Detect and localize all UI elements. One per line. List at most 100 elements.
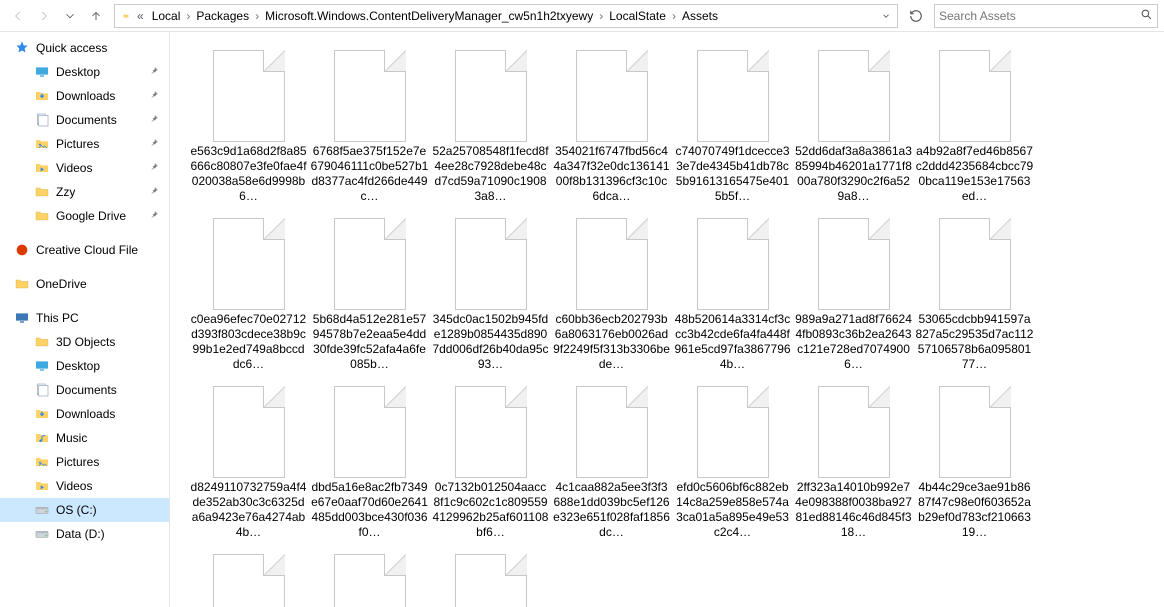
- forward-button[interactable]: [32, 4, 56, 28]
- nav-item[interactable]: Zzy: [0, 180, 169, 204]
- crumb[interactable]: Assets: [678, 9, 722, 23]
- file-icon: [334, 50, 406, 142]
- file-item[interactable]: c74070749f1dcecce33e7de4345b41db78c5b916…: [672, 50, 793, 204]
- file-icon: [939, 386, 1011, 478]
- file-icon: [334, 554, 406, 607]
- nav-item[interactable]: 3D Objects: [0, 330, 169, 354]
- crumb[interactable]: Packages: [192, 9, 253, 23]
- address-dropdown-button[interactable]: [877, 11, 895, 21]
- search-icon[interactable]: [1140, 8, 1153, 24]
- up-button[interactable]: [84, 4, 108, 28]
- creative-cloud[interactable]: Creative Cloud File: [0, 238, 169, 262]
- file-icon: [576, 218, 648, 310]
- navigation-pane[interactable]: Quick access DesktopDownloadsDocumentsPi…: [0, 32, 170, 607]
- nav-item[interactable]: Music: [0, 426, 169, 450]
- nav-label: OneDrive: [36, 277, 87, 291]
- file-item[interactable]: 989a9a271ad8f766244fb0893c36b2ea2643c121…: [793, 218, 914, 372]
- nav-label: Quick access: [36, 41, 107, 55]
- file-name: 52a25708548f1fecd8f4ee28c7928debe48cd7cd…: [432, 144, 550, 204]
- file-item[interactable]: 345dc0ac1502b945fde1289b0854435d8907dd00…: [430, 218, 551, 372]
- search-box[interactable]: [934, 4, 1158, 28]
- star-icon: [14, 40, 30, 56]
- search-input[interactable]: [939, 9, 1140, 23]
- file-name: 52dd6daf3a8a3861a385994b46201a1771f800a7…: [795, 144, 913, 204]
- chevron-right-icon[interactable]: ›: [670, 9, 678, 23]
- nav-item[interactable]: OS (C:): [0, 498, 169, 522]
- nav-item[interactable]: Videos: [0, 474, 169, 498]
- crumb[interactable]: Local: [148, 9, 185, 23]
- nav-item[interactable]: Pictures: [0, 450, 169, 474]
- file-item[interactable]: f2e4c7fe29ce8cbffad1e2ddf773f406708a4892…: [430, 554, 551, 607]
- nav-label: Desktop: [56, 359, 100, 373]
- desktop-icon: [34, 64, 50, 80]
- this-pc[interactable]: This PC: [0, 306, 169, 330]
- file-item[interactable]: 48b520614a3314cf3ccc3b42cde6fa4fa448f961…: [672, 218, 793, 372]
- file-item[interactable]: d5e5c64e72b69558e96971ee825990df098fb128…: [309, 554, 430, 607]
- file-item[interactable]: 354021f6747fbd56c44a347f32e0dc13614100f8…: [551, 50, 672, 204]
- crumb[interactable]: Microsoft.Windows.ContentDeliveryManager…: [261, 9, 597, 23]
- recent-locations-button[interactable]: [58, 4, 82, 28]
- nav-item[interactable]: Desktop: [0, 354, 169, 378]
- nav-item[interactable]: Documents: [0, 108, 169, 132]
- onedrive[interactable]: OneDrive: [0, 272, 169, 296]
- nav-item[interactable]: Downloads: [0, 84, 169, 108]
- file-icon: [455, 554, 527, 607]
- file-item[interactable]: 2ff323a14010b992e74e098388f0038ba92781ed…: [793, 386, 914, 540]
- file-item[interactable]: a4b92a8f7ed46b8567c2ddd4235684cbcc790bca…: [914, 50, 1035, 204]
- crumb-overflow[interactable]: «: [133, 9, 148, 23]
- file-item[interactable]: e563c9d1a68d2f8a85666c80807e3fe0fae4f020…: [188, 50, 309, 204]
- chevron-right-icon[interactable]: ›: [184, 9, 192, 23]
- crumb[interactable]: LocalState: [605, 9, 670, 23]
- nav-item[interactable]: Data (D:): [0, 522, 169, 546]
- nav-item[interactable]: Desktop: [0, 60, 169, 84]
- file-item[interactable]: 53065cdcbb941597a827a5c29535d7ac11257106…: [914, 218, 1035, 372]
- nav-item[interactable]: Pictures: [0, 132, 169, 156]
- file-item[interactable]: 6768f5ae375f152e7e679046111c0be527b1d837…: [309, 50, 430, 204]
- file-item[interactable]: 52dd6daf3a8a3861a385994b46201a1771f800a7…: [793, 50, 914, 204]
- file-item[interactable]: 52a25708548f1fecd8f4ee28c7928debe48cd7cd…: [430, 50, 551, 204]
- chevron-right-icon[interactable]: ›: [597, 9, 605, 23]
- file-item[interactable]: efd0c5606bf6c882eb14c8a259e858e574a3ca01…: [672, 386, 793, 540]
- address-bar[interactable]: « Local › Packages › Microsoft.Windows.C…: [114, 4, 898, 28]
- nav-label: Google Drive: [56, 209, 126, 223]
- items-view[interactable]: e563c9d1a68d2f8a85666c80807e3fe0fae4f020…: [170, 32, 1164, 607]
- file-item[interactable]: d8249110732759a4f4de352ab30c3c6325da6a94…: [188, 386, 309, 540]
- refresh-button[interactable]: [904, 4, 928, 28]
- nav-item[interactable]: Videos: [0, 156, 169, 180]
- nav-item[interactable]: Documents: [0, 378, 169, 402]
- nav-item[interactable]: Google Drive: [0, 204, 169, 228]
- file-icon: [818, 50, 890, 142]
- quick-access[interactable]: Quick access: [0, 36, 169, 60]
- drive-icon: [34, 502, 50, 518]
- folder-icon: [34, 184, 50, 200]
- file-item[interactable]: 5b68d4a512e281e5794578b7e2eaa5e4dd30fde3…: [309, 218, 430, 372]
- file-item[interactable]: 4b44c29ce3ae91b8687f47c98e0f603652ab29ef…: [914, 386, 1035, 540]
- pin-icon: [149, 90, 159, 103]
- drive-icon: [34, 526, 50, 542]
- file-name: 345dc0ac1502b945fde1289b0854435d8907dd00…: [432, 312, 550, 372]
- back-button[interactable]: [6, 4, 30, 28]
- documents-icon: [34, 112, 50, 128]
- file-name: 53065cdcbb941597a827a5c29535d7ac11257106…: [916, 312, 1034, 372]
- file-item[interactable]: 4c1caa882a5ee3f3f3688e1dd039bc5ef126e323…: [551, 386, 672, 540]
- nav-label: Downloads: [56, 89, 115, 103]
- file-name: 6768f5ae375f152e7e679046111c0be527b1d837…: [311, 144, 429, 204]
- videos-icon: [34, 478, 50, 494]
- nav-label: Zzy: [56, 185, 75, 199]
- file-icon: [213, 386, 285, 478]
- file-name: 48b520614a3314cf3ccc3b42cde6fa4fa448f961…: [674, 312, 792, 372]
- file-item[interactable]: 56f4e80396f2c86877ea23e9ca55f66f92292851…: [188, 554, 309, 607]
- file-icon: [818, 218, 890, 310]
- file-item[interactable]: c60bb36ecb202793b6a8063176eb0026ad9f2249…: [551, 218, 672, 372]
- pin-icon: [149, 162, 159, 175]
- file-name: 5b68d4a512e281e5794578b7e2eaa5e4dd30fde3…: [311, 312, 429, 372]
- file-name: 4b44c29ce3ae91b8687f47c98e0f603652ab29ef…: [916, 480, 1034, 540]
- nav-item[interactable]: Downloads: [0, 402, 169, 426]
- file-item[interactable]: dbd5a16e8ac2fb7349e67e0aaf70d60e2641485d…: [309, 386, 430, 540]
- breadcrumb: « Local › Packages › Microsoft.Windows.C…: [133, 9, 877, 23]
- nav-label: Desktop: [56, 65, 100, 79]
- chevron-right-icon[interactable]: ›: [253, 9, 261, 23]
- file-item[interactable]: c0ea96efec70e02712d393f803cdece38b9c99b1…: [188, 218, 309, 372]
- onedrive-icon: [14, 276, 30, 292]
- file-item[interactable]: 0c7132b012504aacc8f1c9c602c1c80955941299…: [430, 386, 551, 540]
